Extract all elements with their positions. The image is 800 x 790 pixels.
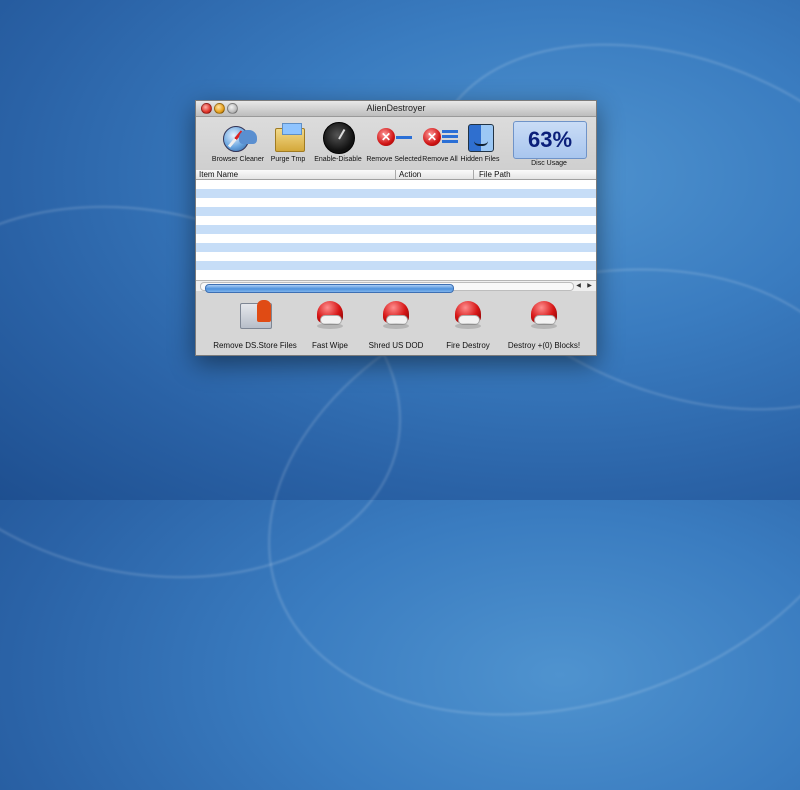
- app-window: AlienDestroyer Browser Cleaner Purge Tmp…: [195, 100, 597, 356]
- fast-wipe-button[interactable]: Fast Wipe: [306, 297, 354, 350]
- enable-disable-button[interactable]: Enable-Disable: [312, 120, 364, 163]
- table-header: Item Name Action File Path: [196, 170, 596, 180]
- remove-all-label: Remove All: [422, 156, 458, 163]
- column-header-file-path[interactable]: File Path: [476, 170, 596, 179]
- red-helmet-icon: [313, 297, 347, 331]
- table-row[interactable]: [196, 216, 596, 225]
- hidden-files-label: Hidden Files: [460, 156, 500, 163]
- enable-disable-label: Enable-Disable: [314, 156, 362, 163]
- table-row[interactable]: [196, 261, 596, 270]
- toolbar: Browser Cleaner Purge Tmp Enable-Disable…: [196, 117, 596, 170]
- disc-usage-label: Disc Usage: [531, 160, 567, 167]
- table-row[interactable]: [196, 225, 596, 234]
- purge-tmp-icon: [271, 120, 305, 154]
- shred-us-dod-label: Shred US DOD: [368, 341, 424, 350]
- destroy-blocks-label: Destroy +(0) Blocks!: [507, 341, 581, 350]
- remove-selected-label: Remove Selected: [366, 156, 422, 163]
- table-row[interactable]: [196, 234, 596, 243]
- title-bar[interactable]: AlienDestroyer: [196, 101, 596, 117]
- scroll-left-arrow-icon[interactable]: ◀: [574, 282, 583, 290]
- remove-ds-store-button[interactable]: Remove DS.Store Files: [210, 297, 300, 350]
- shred-us-dod-button[interactable]: Shred US DOD: [366, 297, 426, 350]
- table-row[interactable]: [196, 243, 596, 252]
- red-helmet-icon: [527, 297, 561, 331]
- window-title: AlienDestroyer: [366, 103, 426, 113]
- results-table[interactable]: Item Name Action File Path: [196, 170, 596, 280]
- disc-usage-value: 63%: [513, 121, 587, 159]
- table-row[interactable]: [196, 207, 596, 216]
- fast-wipe-label: Fast Wipe: [311, 341, 348, 350]
- browser-cleaner-icon: [221, 120, 257, 154]
- table-rows: [196, 180, 596, 279]
- horizontal-scrollbar[interactable]: ◀ ▶: [196, 280, 596, 293]
- purge-tmp-button[interactable]: Purge Tmp: [268, 120, 308, 163]
- remove-selected-button[interactable]: ✕ Remove Selected: [366, 120, 422, 163]
- action-bar: Remove DS.Store Files Fast Wipe Shred US…: [196, 291, 596, 355]
- enable-disable-icon: [321, 120, 355, 154]
- finder-icon: [463, 120, 497, 154]
- ds-store-icon: [238, 297, 272, 331]
- hidden-files-button[interactable]: Hidden Files: [459, 120, 501, 163]
- fire-destroy-button[interactable]: Fire Destroy: [440, 297, 496, 350]
- table-row[interactable]: [196, 198, 596, 207]
- scroll-right-arrow-icon[interactable]: ▶: [585, 282, 594, 290]
- red-helmet-icon: [379, 297, 413, 331]
- table-row[interactable]: [196, 189, 596, 198]
- remove-all-icon: ✕: [423, 120, 458, 154]
- remove-selected-icon: ✕: [377, 120, 412, 154]
- scrollbar-track[interactable]: [200, 282, 574, 293]
- browser-cleaner-button[interactable]: Browser Cleaner: [210, 120, 266, 163]
- purge-tmp-label: Purge Tmp: [270, 156, 306, 163]
- column-header-action[interactable]: Action: [396, 170, 474, 179]
- red-helmet-icon: [451, 297, 485, 331]
- browser-cleaner-label: Browser Cleaner: [211, 156, 265, 163]
- table-row[interactable]: [196, 180, 596, 189]
- remove-ds-store-label: Remove DS.Store Files: [213, 341, 297, 350]
- fire-destroy-label: Fire Destroy: [446, 341, 490, 350]
- table-row[interactable]: [196, 252, 596, 261]
- remove-all-button[interactable]: ✕ Remove All: [422, 120, 458, 163]
- table-row[interactable]: [196, 270, 596, 279]
- column-header-item-name[interactable]: Item Name: [196, 170, 396, 179]
- destroy-blocks-button[interactable]: Destroy +(0) Blocks!: [500, 297, 588, 350]
